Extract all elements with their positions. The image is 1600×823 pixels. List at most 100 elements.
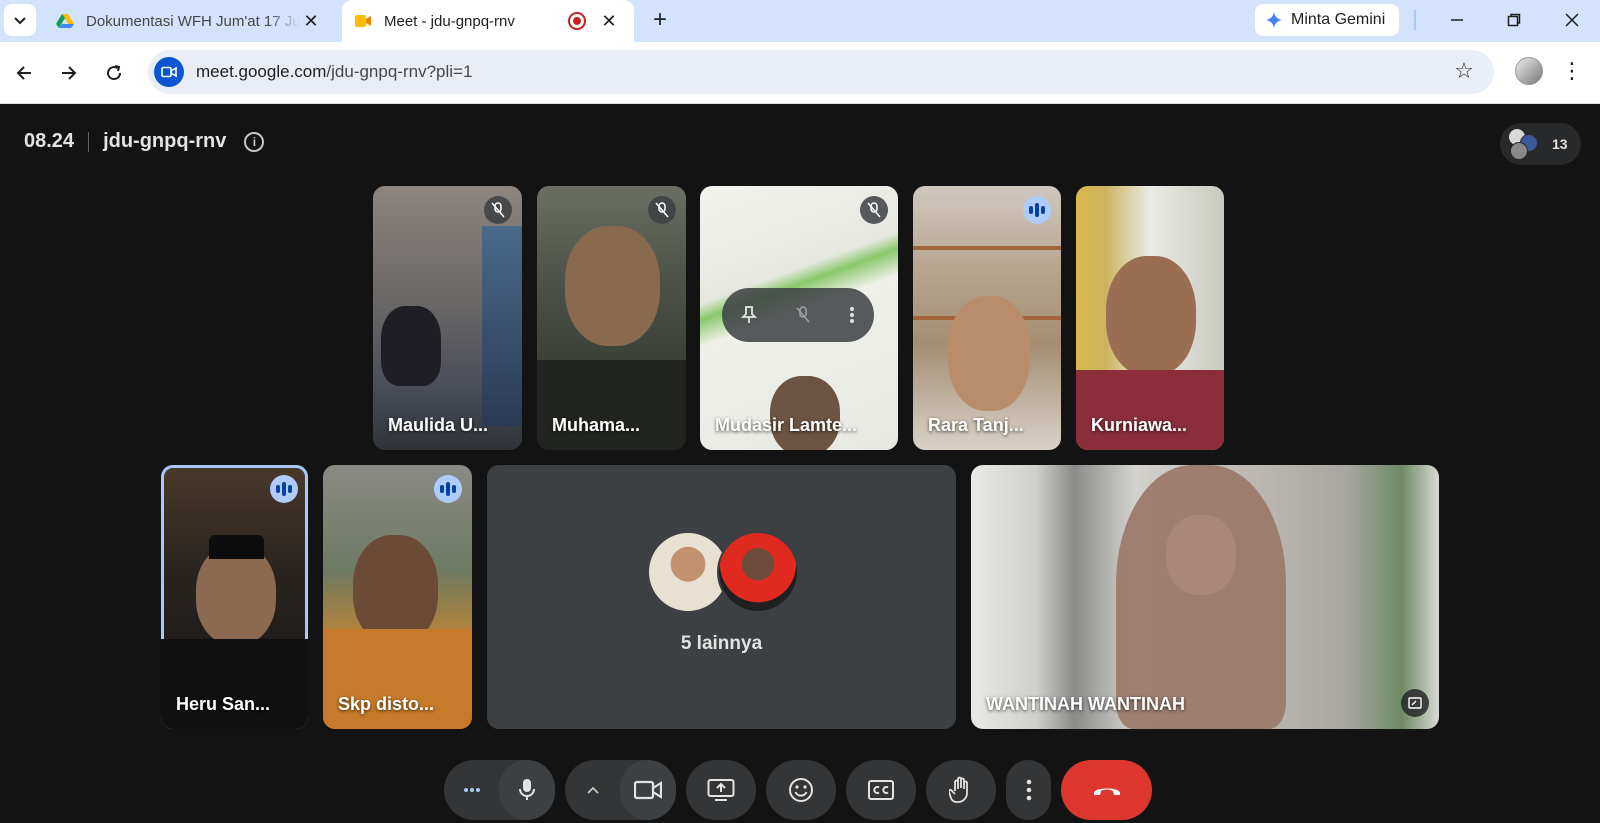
participants-button[interactable]: 13 [1500,123,1581,165]
participant-tile[interactable]: Mudasir Lamte... [700,186,898,450]
forward-button[interactable] [53,57,85,89]
participant-tile[interactable]: Rara Tanj... [913,186,1061,450]
mic-off-icon[interactable] [795,306,811,324]
close-window-button[interactable] [1552,6,1592,34]
video-camera-icon [634,780,662,800]
person-clothing [537,360,686,450]
present-button[interactable] [686,760,756,820]
more-audio-options-button[interactable] [444,760,499,820]
hand-icon [949,776,968,803]
person-face [565,226,660,346]
minimize-icon [1451,19,1463,21]
chevron-up-icon [586,786,599,794]
tab-docs[interactable]: Dokumentasi WFH Jum'at 17 Ju ✕ [44,0,336,42]
participant-count: 13 [1552,136,1568,152]
speaking-indicator-icon [434,475,462,503]
expand-icon[interactable] [1401,689,1429,717]
meeting-time: 08.24 [24,130,75,152]
new-tab-button[interactable]: + [648,8,672,33]
person-face [196,545,276,645]
gemini-button[interactable]: Minta Gemini [1255,4,1400,36]
avatar [717,531,799,613]
emoji-icon [789,778,813,802]
others-label: 5 lainnya [680,633,763,654]
others-avatars [647,531,799,613]
participant-tile[interactable]: Heru San... [161,465,308,729]
bookmark-star-icon[interactable]: ☆ [1452,60,1476,84]
call-end-icon [1093,788,1120,795]
person-face [770,376,840,450]
participant-name: Mudasir Lamte... [715,415,858,435]
more-options-button[interactable] [1006,760,1051,820]
url-path: /jdu-gnpq-rnv?pli=1 [326,62,473,81]
url-host: meet.google.com [196,62,327,81]
participants-avatars-icon [1508,128,1540,160]
participant-tile[interactable]: Muhama... [537,186,686,450]
browser-toolbar: meet.google.com/jdu-gnpq-rnv?pli=1 ☆ ⋮ [0,42,1600,104]
mic-off-icon [648,196,676,224]
divider [1414,10,1416,30]
closed-captions-icon [868,780,894,800]
video-camera-icon [154,57,184,87]
participant-name: Rara Tanj... [928,415,1024,435]
tab-search-button[interactable] [4,4,36,36]
window-background [482,226,522,426]
info-icon[interactable]: i [244,131,265,152]
minimize-button[interactable] [1437,6,1477,34]
shelf [913,246,1061,250]
reload-button[interactable] [98,57,130,89]
tab-meet[interactable]: Meet - jdu-gnpq-rnv ✕ [342,0,634,42]
participant-name: Heru San... [176,694,271,714]
participant-tile[interactable]: Maulida U... [373,186,522,450]
close-icon[interactable]: ✕ [598,10,620,32]
speaking-indicator-icon [1023,196,1051,224]
participant-name: Skp disto... [338,694,435,714]
present-screen-icon [707,779,735,801]
participant-tile[interactable]: Kurniawa... [1076,186,1224,450]
raise-hand-button[interactable] [926,760,996,820]
drive-icon [56,14,74,28]
person-face [948,296,1030,411]
mic-button[interactable] [499,760,555,820]
close-icon [1565,13,1579,27]
participant-tile[interactable]: Skp disto... [323,465,472,729]
chevron-down-icon [14,17,26,25]
reactions-button[interactable] [766,760,836,820]
camera-control-group [565,760,676,820]
browser-menu-icon[interactable]: ⋮ [1560,57,1584,87]
participant-name: Maulida U... [388,415,489,435]
person-face [1106,256,1196,376]
mic-off-icon [484,196,512,224]
featured-participant-tile[interactable]: WANTINAH WANTINAH [971,465,1439,729]
leave-call-button[interactable] [1061,760,1152,820]
mic-control-group [444,760,555,820]
divider [88,131,90,152]
participant-name: WANTINAH WANTINAH [986,694,1185,714]
more-horiz-icon [463,788,480,792]
mic-off-icon [860,196,888,224]
address-bar[interactable]: meet.google.com/jdu-gnpq-rnv?pli=1 ☆ [148,50,1494,94]
person-clothing [1076,370,1224,450]
camera-button[interactable] [620,760,676,820]
more-vert-icon[interactable] [849,306,855,324]
captions-button[interactable] [846,760,916,820]
close-icon[interactable]: ✕ [300,10,322,32]
tab-strip: Dokumentasi WFH Jum'at 17 Ju ✕ Meet - jd… [0,0,1600,42]
meet-icon [355,15,371,27]
person-silhouette [381,306,441,386]
others-tile[interactable]: 5 lainnya [487,465,956,729]
pin-icon[interactable] [741,306,757,324]
meeting-header: 08.24 jdu-gnpq-rnv i [24,130,265,153]
restore-button[interactable] [1494,6,1534,34]
more-vert-icon [1026,779,1031,801]
back-button[interactable] [8,57,40,89]
restore-icon [1507,13,1521,27]
camera-options-button[interactable] [565,760,620,820]
meeting-code: jdu-gnpq-rnv [103,130,227,152]
participant-name: Kurniawa... [1091,415,1188,435]
tab-title: Meet - jdu-gnpq-rnv [384,12,515,30]
person-face [1166,515,1236,595]
url-text: meet.google.com/jdu-gnpq-rnv?pli=1 [196,62,472,82]
person-hat [209,535,264,559]
profile-avatar[interactable] [1515,57,1543,85]
